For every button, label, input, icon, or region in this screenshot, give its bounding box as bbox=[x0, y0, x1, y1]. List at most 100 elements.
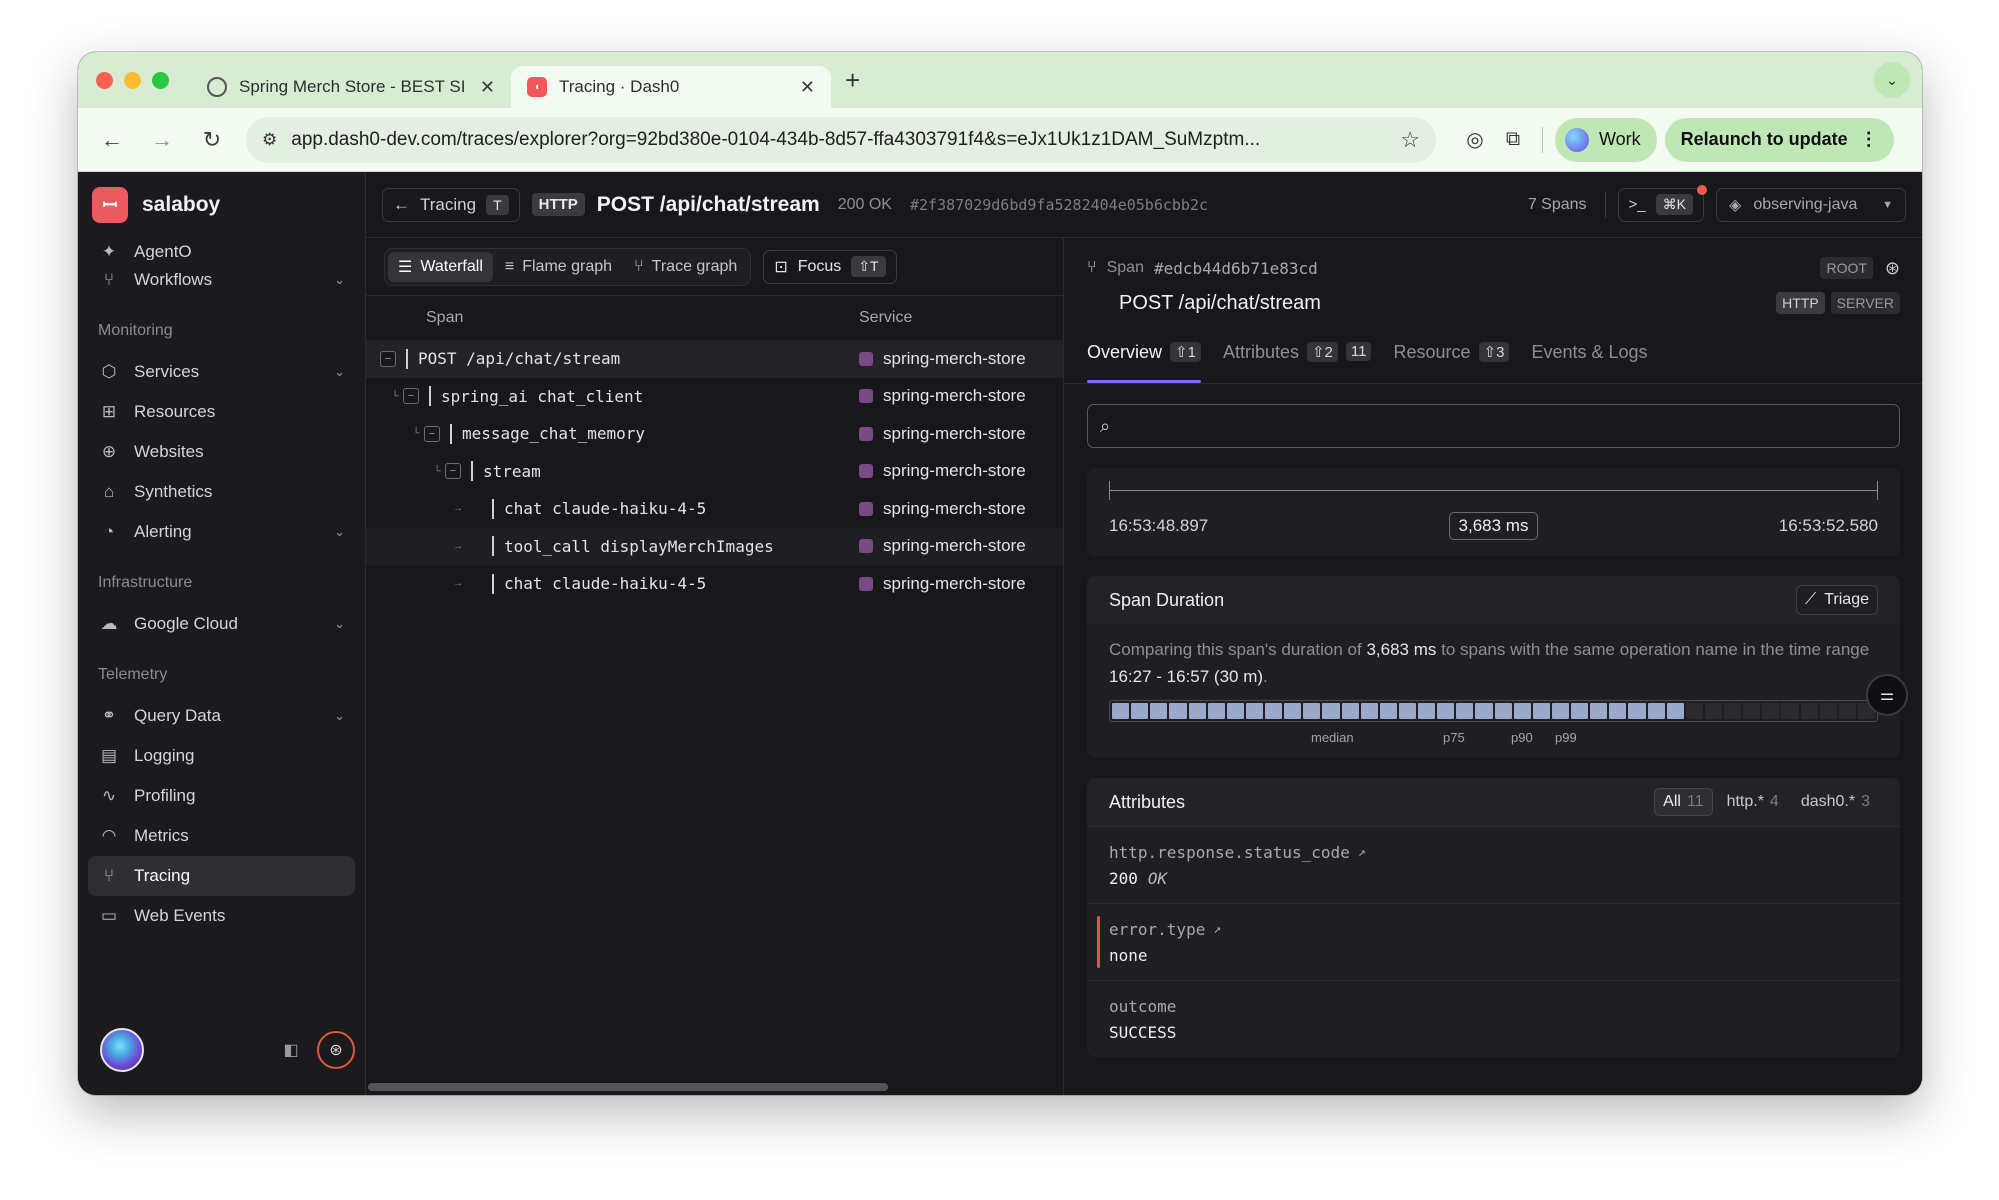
new-tab-button[interactable]: + bbox=[845, 65, 860, 96]
tab-waterfall[interactable]: ☰ Waterfall bbox=[388, 251, 493, 282]
collapse-toggle[interactable]: − bbox=[380, 350, 396, 367]
url-text[interactable]: app.dash0-dev.com/traces/explorer?org=92… bbox=[291, 129, 1386, 151]
span-id[interactable]: #edcb44d6b71e83cd bbox=[1154, 259, 1318, 278]
profile-button[interactable]: Work bbox=[1555, 117, 1657, 162]
tab-resource[interactable]: Resource ⇧3 bbox=[1393, 340, 1510, 383]
duration-histogram[interactable] bbox=[1109, 700, 1878, 722]
command-palette-button[interactable]: >_ ⌘K bbox=[1617, 184, 1707, 222]
site-settings-icon[interactable]: ⚙ bbox=[262, 130, 277, 150]
tab-flame-graph[interactable]: ≡ Flame graph bbox=[495, 252, 622, 282]
filter-icon[interactable]: ⚌ bbox=[1866, 674, 1908, 716]
sidebar-item-label: Logging bbox=[134, 746, 195, 765]
collapse-toggle[interactable]: − bbox=[403, 388, 419, 405]
span-service: spring-merch-store bbox=[859, 499, 1063, 519]
sidebar-item-label: AgentO bbox=[134, 242, 192, 260]
filter-http[interactable]: http.* 4 bbox=[1719, 788, 1787, 816]
avatar[interactable] bbox=[100, 1028, 144, 1072]
sidebar-item-label: Google Cloud bbox=[134, 614, 238, 633]
sidebar-item-google-cloud[interactable]: ☁ Google Cloud ⌄ bbox=[88, 604, 355, 644]
sidebar-item-label: Synthetics bbox=[134, 482, 213, 501]
service-name: spring-merch-store bbox=[883, 348, 1026, 368]
filter-all[interactable]: All 11 bbox=[1654, 788, 1713, 816]
collapse-sidebar-icon[interactable]: ◧ bbox=[279, 1038, 303, 1062]
span-row[interactable]: → chat claude-haiku-4-5 spring-merch-store bbox=[366, 565, 1063, 603]
relaunch-button[interactable]: Relaunch to update ⋮ bbox=[1664, 117, 1894, 162]
tab-attributes[interactable]: Attributes ⇧2 11 bbox=[1223, 340, 1372, 383]
focus-button[interactable]: ⊡ Focus ⇧T bbox=[763, 249, 897, 284]
span-row[interactable]: └ − message_chat_memory spring-merch-store bbox=[366, 415, 1063, 453]
sidebar-item-query-data[interactable]: ⚭ Query Data ⌄ bbox=[88, 696, 355, 736]
maximize-window-button[interactable] bbox=[152, 71, 169, 89]
external-link-icon[interactable]: ↗ bbox=[1358, 845, 1366, 860]
external-link-icon[interactable]: ↗ bbox=[1213, 922, 1221, 937]
password-manager-icon[interactable]: ◎ bbox=[1458, 127, 1492, 152]
back-to-tracing-button[interactable]: ← Tracing T bbox=[382, 187, 520, 222]
tab-events-logs[interactable]: Events & Logs bbox=[1531, 340, 1647, 383]
tab-overview[interactable]: Overview ⇧1 bbox=[1087, 340, 1201, 383]
histogram-bar bbox=[1437, 703, 1455, 719]
browser-window: Spring Merch Store - BEST SI ✕ ◖ Tracing… bbox=[78, 52, 1922, 1095]
attribute-row[interactable]: error.type ↗ none bbox=[1087, 903, 1900, 980]
triage-button[interactable]: ⟋ Triage bbox=[1796, 585, 1878, 615]
minimize-window-button[interactable] bbox=[124, 71, 141, 89]
browser-tab-store[interactable]: Spring Merch Store - BEST SI ✕ bbox=[191, 66, 511, 108]
dataset-selector[interactable]: ◈ observing-java ▼ bbox=[1716, 187, 1906, 222]
attribute-value: SUCCESS bbox=[1109, 1022, 1177, 1042]
url-bar[interactable]: ⚙ app.dash0-dev.com/traces/explorer?org=… bbox=[246, 116, 1436, 163]
star-icon[interactable]: ☆ bbox=[1400, 127, 1420, 153]
collapse-toggle[interactable]: − bbox=[424, 425, 440, 442]
agent-icon[interactable]: ⊛ bbox=[317, 1031, 355, 1069]
filter-dash0[interactable]: dash0.* 3 bbox=[1793, 788, 1878, 816]
chevron-down-icon[interactable]: ⌄ bbox=[1874, 62, 1910, 98]
sidebar-item-agent0[interactable]: ✦ AgentO bbox=[88, 232, 355, 260]
attribute-row[interactable]: http.response.status_code ↗ 200 OK bbox=[1087, 826, 1900, 903]
agent-icon[interactable]: ⊛ bbox=[1885, 258, 1900, 279]
span-name: message_chat_memory bbox=[462, 424, 646, 444]
extensions-icon[interactable]: ⧉ bbox=[1496, 128, 1530, 151]
span-row[interactable]: └ − stream spring-merch-store bbox=[366, 453, 1063, 491]
service-color-swatch bbox=[859, 464, 873, 479]
trace-id[interactable]: #2f387029d6bd9fa5282404e05b6cbb2c bbox=[910, 196, 1208, 214]
reload-icon[interactable]: ↻ bbox=[192, 127, 232, 153]
span-service: spring-merch-store bbox=[859, 536, 1063, 556]
horizontal-scrollbar[interactable] bbox=[368, 1083, 888, 1091]
sidebar-item-services[interactable]: ⬡ Services ⌄ bbox=[88, 352, 355, 392]
span-row[interactable]: → chat claude-haiku-4-5 spring-merch-store bbox=[366, 490, 1063, 528]
close-icon[interactable]: ✕ bbox=[480, 77, 495, 98]
span-row[interactable]: → tool_call displayMerchImages spring-merc… bbox=[366, 527, 1063, 565]
sidebar-item-synthetics[interactable]: ⌂ Synthetics bbox=[88, 472, 355, 512]
percentile-label: p75 bbox=[1443, 730, 1465, 745]
search-input[interactable]: ⌕ bbox=[1087, 404, 1900, 448]
tree-connector-icon: → bbox=[453, 503, 463, 515]
span-row[interactable]: └ − spring_ai chat_client spring-merch-stor… bbox=[366, 378, 1063, 416]
sidebar-item-alerting[interactable]: ◔ Alerting ⌄ bbox=[88, 512, 355, 552]
sidebar-item-workflows[interactable]: ⑂ Workflows ⌄ bbox=[88, 260, 355, 300]
percentile-labels: median p75 p90 p99 bbox=[1109, 724, 1878, 745]
sidebar-item-websites[interactable]: ⊕ Websites bbox=[88, 432, 355, 472]
histogram-bar bbox=[1609, 703, 1627, 719]
sidebar-item-resources[interactable]: ⊞ Resources bbox=[88, 392, 355, 432]
sidebar-item-label: Tracing bbox=[134, 866, 191, 885]
sidebar-item-tracing[interactable]: ⑂ Tracing bbox=[88, 856, 355, 896]
bell-icon: ◔ bbox=[103, 522, 115, 541]
attribute-row[interactable]: outcome SUCCESS bbox=[1087, 980, 1900, 1057]
close-icon[interactable]: ✕ bbox=[800, 77, 815, 98]
back-arrow-icon[interactable]: ← bbox=[92, 127, 132, 153]
sidebar-item-logging[interactable]: ▤ Logging bbox=[88, 736, 355, 776]
browser-tab-tracing[interactable]: ◖ Tracing · Dash0 ✕ bbox=[511, 66, 831, 108]
chevron-down-icon: ⌄ bbox=[334, 524, 345, 539]
search-icon: ⌕ bbox=[1100, 415, 1111, 436]
org-switcher[interactable]: ꟷ salaboy bbox=[78, 172, 365, 238]
tab-trace-graph[interactable]: ⑂ Trace graph bbox=[624, 252, 747, 282]
span-row[interactable]: − POST /api/chat/stream spring-merch-store bbox=[366, 340, 1063, 378]
sidebar-item-profiling[interactable]: ∿ Profiling bbox=[88, 776, 355, 816]
duration-comparison-text: Comparing this span's duration of 3,683 … bbox=[1109, 636, 1878, 690]
focus-icon: ⊡ bbox=[774, 258, 788, 276]
collapse-toggle[interactable]: − bbox=[445, 463, 461, 480]
close-window-button[interactable] bbox=[96, 71, 113, 89]
status-badge: 200 OK bbox=[837, 195, 892, 213]
forward-arrow-icon[interactable]: → bbox=[142, 127, 182, 153]
sidebar-item-metrics[interactable]: ◠ Metrics bbox=[88, 816, 355, 856]
sidebar-item-web-events[interactable]: ▭ Web Events bbox=[88, 896, 355, 936]
sidebar-item-label: Websites bbox=[134, 442, 204, 461]
